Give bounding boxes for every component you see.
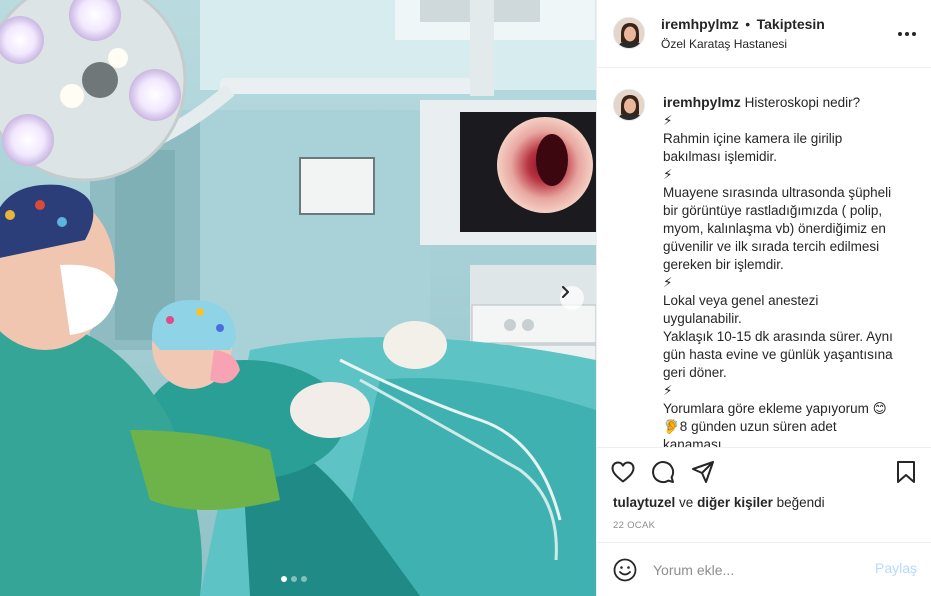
header-separator: • bbox=[745, 16, 751, 32]
caption-line: 🦻8 günden uzun süren adet bbox=[663, 419, 837, 434]
post-comment-button[interactable]: Paylaş bbox=[875, 560, 917, 576]
emoji-button[interactable] bbox=[611, 556, 639, 584]
author-username[interactable]: iremhpylmz bbox=[661, 16, 739, 32]
caption-line: Yorumlara göre ekleme yapıyorum 😊 bbox=[663, 401, 887, 416]
caption-line: kanaması bbox=[663, 437, 722, 447]
likes-connector: ve bbox=[679, 495, 694, 510]
bookmark-icon bbox=[897, 461, 915, 483]
chevron-right-icon bbox=[562, 286, 569, 298]
caption-line: ⚡ bbox=[663, 383, 673, 398]
likes-summary: tulaytuzel ve diğer kişiler beğendi bbox=[613, 495, 825, 510]
caption-line: bakılması işlemidir. bbox=[663, 149, 778, 164]
avatar-image bbox=[614, 90, 644, 120]
caption-line: ⚡ bbox=[663, 167, 673, 182]
post-photo[interactable] bbox=[0, 0, 596, 596]
comment-input[interactable] bbox=[653, 559, 863, 581]
author-avatar[interactable] bbox=[613, 17, 645, 49]
caption-line: gereken bir işlemdir. bbox=[663, 257, 784, 272]
share-button[interactable] bbox=[689, 458, 717, 486]
surgery-photo-illustration bbox=[0, 0, 596, 596]
heart-icon bbox=[611, 461, 635, 483]
carousel-indicator bbox=[281, 576, 307, 582]
comment-bar: Paylaş bbox=[597, 542, 931, 596]
avatar-image bbox=[614, 18, 644, 48]
carousel-next-button[interactable] bbox=[560, 286, 584, 310]
caption-line: uygulanabilir. bbox=[663, 311, 742, 326]
caption-line: Muayene sırasında ultrasonda şüpheli bbox=[663, 185, 892, 200]
post-header: iremhpylmz • Takiptesin Özel Karataş Has… bbox=[597, 0, 931, 68]
carousel-dot bbox=[301, 576, 307, 582]
paper-plane-icon bbox=[692, 461, 714, 483]
carousel-dot bbox=[291, 576, 297, 582]
liker-username[interactable]: tulaytuzel bbox=[613, 495, 675, 510]
caption-line: Yaklaşık 10-15 dk arasında sürer. Aynı bbox=[663, 329, 893, 344]
caption-line: myom, kalınlaşma vb) önerdiğimiz en bbox=[663, 221, 886, 236]
post-side-panel: iremhpylmz • Takiptesin Özel Karataş Has… bbox=[596, 0, 931, 596]
comment-bubble-icon bbox=[652, 461, 675, 484]
caption-section: iremhpylmz Histeroskopi nedir? ⚡ Rahmin … bbox=[597, 69, 931, 447]
caption-author-avatar[interactable] bbox=[613, 89, 645, 121]
caption-line: ⚡ bbox=[663, 113, 673, 128]
caption-line: geri döner. bbox=[663, 365, 727, 380]
caption-line: ⚡ bbox=[663, 275, 673, 290]
caption-line: gün hasta evine ve günlük yaşantısına bbox=[663, 347, 893, 362]
follow-status-button[interactable]: Takiptesin bbox=[757, 16, 825, 32]
like-button[interactable] bbox=[609, 458, 637, 486]
post-date[interactable]: 22 OCAK bbox=[613, 520, 655, 531]
caption-username[interactable]: iremhpylmz bbox=[663, 94, 741, 110]
caption-line: Histeroskopi nedir? bbox=[744, 95, 861, 110]
post-location[interactable]: Özel Karataş Hastanesi bbox=[661, 37, 787, 51]
save-button[interactable] bbox=[892, 458, 920, 486]
caption-line: bir görüntüye rastladığımızda ( polip, bbox=[663, 203, 883, 218]
more-options-button[interactable] bbox=[895, 24, 919, 44]
other-likers-link[interactable]: diğer kişiler bbox=[697, 495, 773, 510]
post-actions: tulaytuzel ve diğer kişiler beğendi 22 O… bbox=[597, 447, 931, 542]
more-horizontal-icon bbox=[897, 32, 918, 36]
carousel-dot-active bbox=[281, 576, 287, 582]
caption-line: güvenilir ve ilk sırada tercih edilmesi bbox=[663, 239, 880, 254]
caption-line: Lokal veya genel anestezi bbox=[663, 293, 819, 308]
likes-suffix: beğendi bbox=[776, 495, 825, 510]
smiley-icon bbox=[613, 558, 637, 582]
caption-text: iremhpylmz Histeroskopi nedir? ⚡ Rahmin … bbox=[663, 93, 911, 447]
caption-line: Rahmin içine kamera ile girilip bbox=[663, 131, 843, 146]
comment-button[interactable] bbox=[649, 458, 677, 486]
